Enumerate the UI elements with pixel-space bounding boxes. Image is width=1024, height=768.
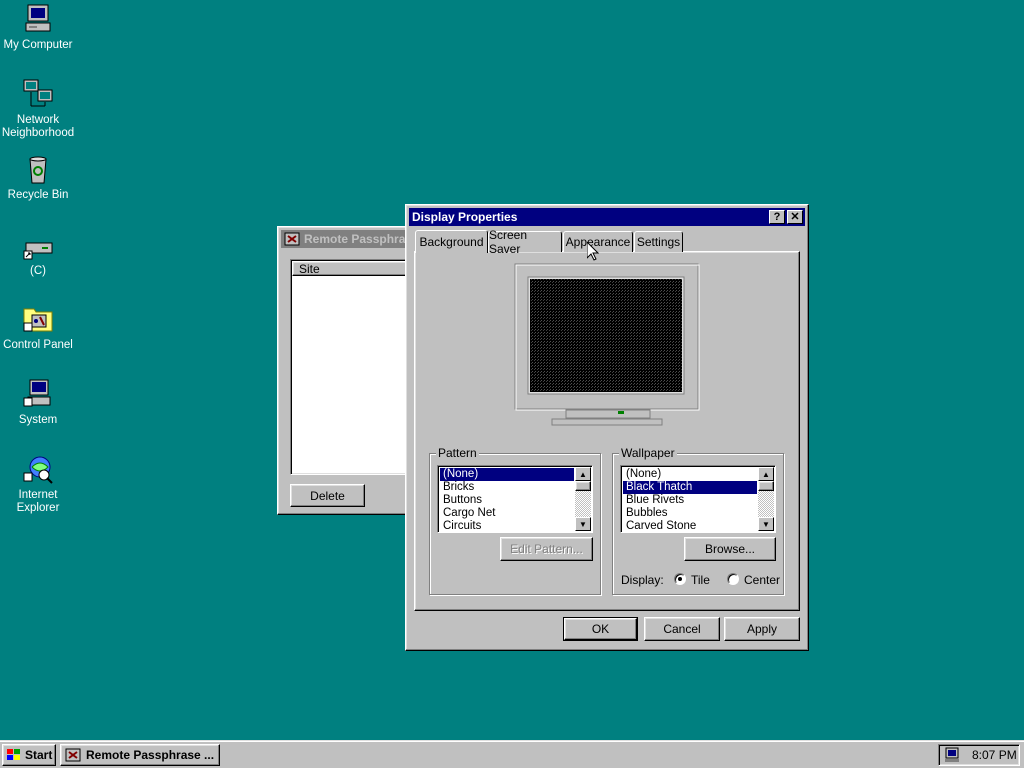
- control-panel-icon: [22, 303, 54, 335]
- desktop-icon-network-neighborhood[interactable]: Network Neighborhood: [0, 78, 76, 140]
- desktop-icon-recycle-bin[interactable]: Recycle Bin: [0, 153, 76, 202]
- tab-settings[interactable]: Settings: [634, 231, 683, 252]
- computer-icon: [22, 3, 54, 35]
- monitor-icon: [514, 263, 700, 426]
- ok-button[interactable]: OK: [563, 617, 638, 641]
- close-icon: ✕: [790, 210, 800, 223]
- help-button[interactable]: ?: [769, 210, 785, 224]
- app-icon: [65, 748, 81, 762]
- desktop: { "desktop": { "background_color": "#008…: [0, 0, 1024, 768]
- site-column-header[interactable]: Site: [292, 261, 415, 276]
- network-tray-icon[interactable]: [944, 747, 960, 763]
- desktop-icon-label: Network Neighborhood: [1, 114, 75, 139]
- tab-screen-saver[interactable]: Screen Saver: [488, 228, 562, 256]
- desktop-icon-c-drive[interactable]: (C): [0, 235, 76, 278]
- pattern-list[interactable]: (None) Bricks Buttons Cargo Net Circuits…: [437, 465, 593, 533]
- desktop-icon-label: Control Panel: [3, 339, 73, 351]
- windows-logo-icon: [6, 748, 22, 762]
- taskbar: Start Remote Passphrase ... 8:07 PM: [0, 740, 1024, 768]
- edit-pattern-button[interactable]: Edit Pattern...: [500, 537, 593, 561]
- cancel-button[interactable]: Cancel: [644, 617, 720, 641]
- desktop-icon-label: System: [18, 414, 58, 426]
- display-label: Display:: [621, 573, 664, 587]
- monitor-preview: [514, 263, 700, 433]
- list-item[interactable]: Blue Rivets: [623, 494, 757, 507]
- list-item[interactable]: Bricks: [440, 481, 574, 494]
- tile-label[interactable]: Tile: [691, 573, 710, 587]
- list-item[interactable]: (None): [440, 468, 574, 481]
- list-item[interactable]: Carved Stone: [623, 520, 757, 532]
- apply-button[interactable]: Apply: [724, 617, 800, 641]
- desktop-icon-internet-explorer[interactable]: Internet Explorer: [0, 453, 76, 515]
- delete-button[interactable]: Delete: [290, 484, 365, 507]
- desktop-icon-label: Recycle Bin: [7, 189, 69, 201]
- desktop-icon-system[interactable]: System: [0, 378, 76, 427]
- list-item[interactable]: Buttons: [440, 494, 574, 507]
- system-icon: [22, 378, 54, 410]
- clock[interactable]: 8:07 PM: [972, 748, 1017, 762]
- center-radio[interactable]: [727, 573, 739, 585]
- display-properties-titlebar[interactable]: Display Properties ? ✕: [409, 208, 805, 226]
- desktop-icon-my-computer[interactable]: My Computer: [0, 3, 76, 52]
- dialog-title: Display Properties: [412, 210, 518, 224]
- remote-passphrase-titlebar[interactable]: Remote Passphrase: [281, 230, 419, 248]
- scroll-down-icon[interactable]: ▼: [758, 517, 774, 531]
- internet-explorer-icon: [22, 453, 54, 485]
- pattern-scrollbar[interactable]: ▲ ▼: [575, 467, 591, 531]
- tile-radio[interactable]: [674, 573, 686, 585]
- recycle-bin-icon: [22, 153, 54, 185]
- center-label[interactable]: Center: [744, 573, 780, 587]
- window-title: Remote Passphrase: [304, 232, 419, 246]
- desktop-icon-label: My Computer: [3, 39, 73, 51]
- list-item[interactable]: Circuits: [440, 520, 574, 532]
- scroll-up-icon[interactable]: ▲: [758, 467, 774, 481]
- remote-passphrase-window[interactable]: Remote Passphrase Site Delete: [277, 226, 419, 515]
- app-icon: [284, 232, 300, 246]
- list-item[interactable]: (None): [623, 468, 757, 481]
- start-button[interactable]: Start: [2, 744, 56, 766]
- site-list[interactable]: Site: [290, 259, 416, 475]
- wallpaper-label: Wallpaper: [619, 446, 677, 460]
- close-button[interactable]: ✕: [787, 210, 803, 224]
- browse-button[interactable]: Browse...: [684, 537, 776, 561]
- taskbar-item-remote-passphrase[interactable]: Remote Passphrase ...: [60, 744, 220, 766]
- list-item[interactable]: Black Thatch: [623, 481, 757, 494]
- tab-background[interactable]: Background: [415, 230, 488, 253]
- list-item[interactable]: Cargo Net: [440, 507, 574, 520]
- mouse-cursor-icon: [586, 240, 600, 264]
- pattern-label: Pattern: [436, 446, 479, 460]
- wallpaper-list[interactable]: (None) Black Thatch Blue Rivets Bubbles …: [620, 465, 776, 533]
- desktop-icon-label: Internet Explorer: [16, 489, 60, 514]
- scroll-up-icon[interactable]: ▲: [575, 467, 591, 481]
- scroll-thumb[interactable]: [758, 481, 774, 491]
- wallpaper-scrollbar[interactable]: ▲ ▼: [758, 467, 774, 531]
- scroll-down-icon[interactable]: ▼: [575, 517, 591, 531]
- scroll-thumb[interactable]: [575, 481, 591, 491]
- list-item[interactable]: Bubbles: [623, 507, 757, 520]
- network-icon: [22, 78, 54, 110]
- desktop-icon-label: (C): [30, 265, 46, 277]
- system-tray: 8:07 PM: [938, 744, 1020, 766]
- drive-shortcut-icon: [22, 235, 54, 261]
- desktop-icon-control-panel[interactable]: Control Panel: [0, 303, 76, 352]
